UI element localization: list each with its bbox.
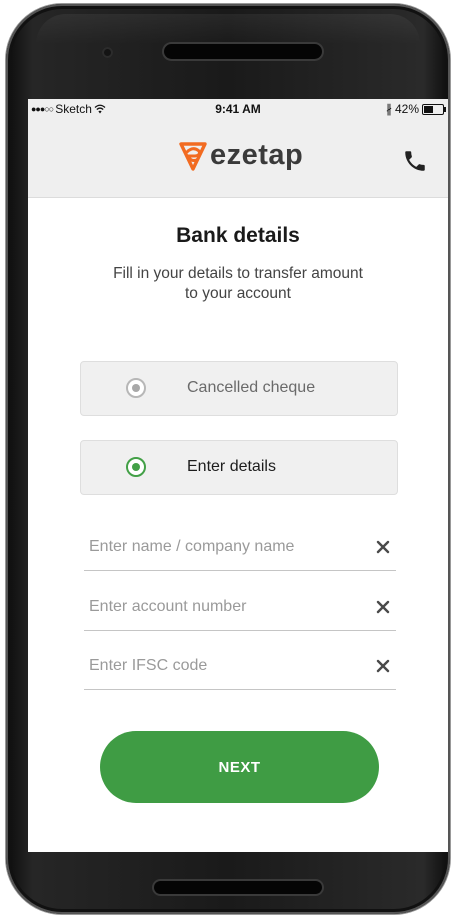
battery-icon bbox=[422, 103, 446, 115]
home-indicator bbox=[154, 881, 322, 894]
app-header: ezetap bbox=[28, 120, 448, 198]
option-enter-details[interactable]: Enter details bbox=[80, 440, 398, 495]
app-screen: ●●●○○ Sketch 9:41 AM ∦ 42% ezetap Bank d… bbox=[28, 99, 448, 852]
ezetap-logo-icon bbox=[179, 141, 207, 171]
phone-sheen bbox=[36, 14, 420, 44]
clear-icon[interactable] bbox=[376, 600, 390, 614]
phone-frame: ●●●○○ Sketch 9:41 AM ∦ 42% ezetap Bank d… bbox=[6, 4, 450, 914]
phone-icon[interactable] bbox=[402, 148, 428, 174]
radio-selected-icon[interactable] bbox=[126, 457, 146, 477]
battery-percent: 42% bbox=[394, 102, 419, 116]
account-number-field bbox=[84, 588, 396, 631]
bluetooth-icon: ∦ bbox=[385, 102, 392, 116]
clear-icon[interactable] bbox=[376, 659, 390, 673]
option-label: Cancelled cheque bbox=[187, 379, 316, 396]
status-bar: ●●●○○ Sketch 9:41 AM ∦ 42% bbox=[28, 99, 448, 120]
status-right: ∦ 42% bbox=[385, 102, 446, 116]
page-subtitle: Fill in your details to transfer amount … bbox=[113, 265, 363, 302]
ifsc-field bbox=[84, 647, 396, 690]
option-label: Enter details bbox=[187, 458, 276, 475]
battery-tip bbox=[444, 106, 446, 112]
ezetap-logo: ezetap bbox=[178, 139, 303, 172]
ifsc-input[interactable] bbox=[89, 653, 359, 679]
front-camera bbox=[102, 47, 113, 58]
account-number-input[interactable] bbox=[89, 594, 359, 620]
option-cancelled-cheque[interactable]: Cancelled cheque bbox=[80, 361, 398, 416]
name-input[interactable] bbox=[89, 534, 359, 560]
logo-text: ezetap bbox=[210, 139, 304, 171]
earpiece-speaker bbox=[164, 44, 322, 59]
page-title: Bank details bbox=[176, 224, 300, 247]
clear-icon[interactable] bbox=[376, 540, 390, 554]
radio-unselected-icon[interactable] bbox=[126, 378, 146, 398]
battery-level bbox=[424, 105, 433, 113]
name-field bbox=[84, 528, 396, 571]
next-button[interactable]: NEXT bbox=[100, 731, 379, 803]
